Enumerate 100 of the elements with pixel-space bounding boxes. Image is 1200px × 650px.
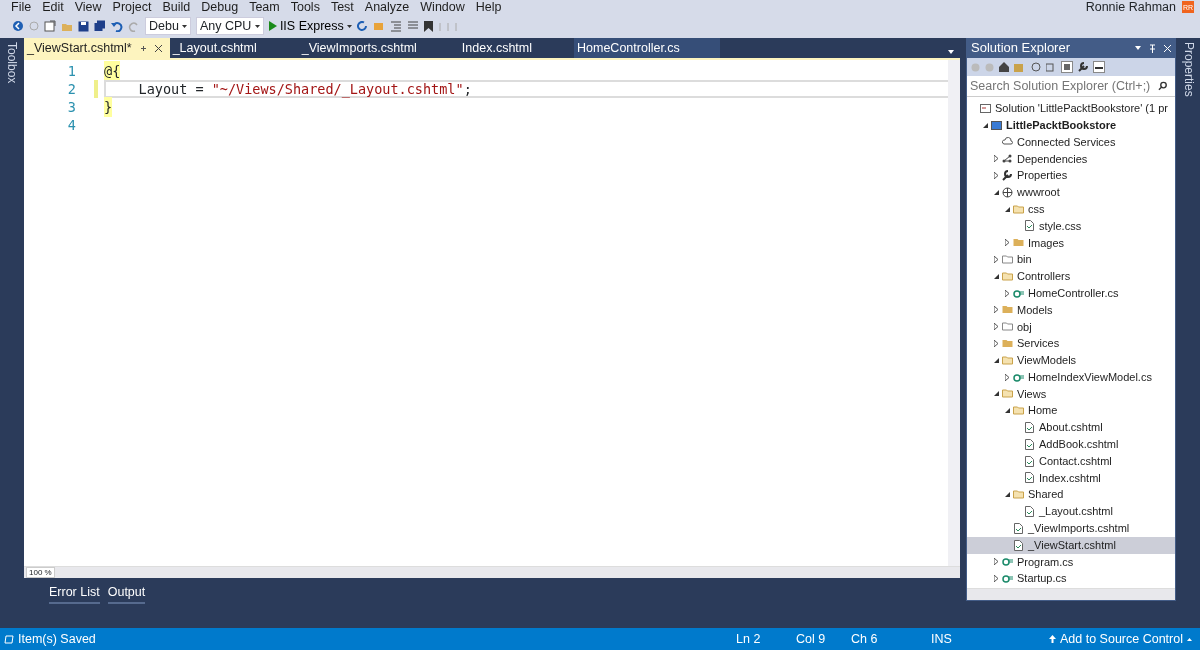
tree-item[interactable]: _Layout.cshtml [967,503,1175,520]
document-tab[interactable]: _ViewStart.cshtml* [24,38,170,58]
collapsed-arrow-icon[interactable] [994,575,998,583]
tree-item[interactable]: _ViewStart.cshtml [967,536,1175,554]
collapsed-arrow-icon[interactable] [1005,239,1009,247]
tree-item[interactable]: Services [967,335,1175,352]
tree-item[interactable]: wwwroot [967,184,1175,201]
tree-item-label: Services [1017,336,1060,352]
zoom-dropdown[interactable]: 100 % [26,567,55,578]
tree-item[interactable]: Home [967,402,1175,420]
collapsed-arrow-icon[interactable] [994,172,998,180]
wrench-icon[interactable] [1078,62,1088,72]
toolbox-tab[interactable]: Toolbox [3,38,21,628]
tree-item[interactable]: _ViewImports.cshtml [967,519,1175,537]
menu-item[interactable]: Analyze [359,0,416,14]
tree-item[interactable]: Dependencies [967,150,1175,168]
expanded-arrow-icon[interactable] [993,357,999,363]
tree-item[interactable]: ViewModels [967,351,1175,369]
tree-item[interactable]: style.css [967,217,1175,235]
menu-item[interactable]: Window [415,0,471,14]
expanded-arrow-icon[interactable] [993,189,999,195]
tree-item-label: Home [1028,403,1058,419]
source-control-button[interactable]: Add to Source Control [1049,629,1192,649]
menu-item[interactable]: Project [107,0,158,14]
menu-item[interactable]: File [6,0,38,14]
dropdown-icon[interactable] [1135,46,1141,50]
document-tab[interactable]: HomeController.cs [574,38,720,58]
panel-tab[interactable]: Output [107,583,146,604]
collapsed-arrow-icon[interactable] [994,558,998,566]
properties-tab[interactable]: Properties [1180,38,1198,628]
vertical-scrollbar[interactable] [948,60,960,566]
collapsed-arrow-icon[interactable] [1005,289,1009,297]
collapsed-arrow-icon[interactable] [1005,373,1009,381]
menu-item[interactable]: Test [325,0,360,14]
expanded-arrow-icon[interactable] [982,122,988,128]
tree-item[interactable]: Images [967,234,1175,252]
save-icon[interactable] [78,20,89,32]
search-icon[interactable] [1157,81,1167,91]
tree-item[interactable]: HomeController.cs [967,284,1175,302]
bookmark-icon[interactable] [423,20,433,32]
menu-item[interactable]: Edit [37,0,70,14]
expanded-arrow-icon[interactable] [1004,206,1010,212]
tree-item[interactable]: Models [967,301,1175,319]
menu-item[interactable]: Debug [196,0,245,14]
document-tab[interactable]: _Layout.cshtml [169,38,299,58]
menu-item[interactable]: Build [157,0,197,14]
collapsed-arrow-icon[interactable] [994,306,998,314]
code-text: "~/Views/Shared/_Layout.cshtml" [211,79,464,100]
tree-item[interactable]: obj [967,318,1175,336]
tab-dropdown-icon[interactable] [948,50,954,54]
tree-item[interactable]: Program.cs [967,553,1175,571]
collapsed-arrow-icon[interactable] [994,340,998,348]
tree-item[interactable]: Contact.cshtml [967,452,1175,470]
menu-item[interactable]: Team [244,0,286,14]
expanded-arrow-icon[interactable] [1004,492,1010,498]
tree-item[interactable]: Startup.cs [967,570,1175,588]
tree-item[interactable]: HomeIndexViewModel.cs [967,368,1175,386]
pin-icon[interactable] [139,44,147,52]
tree-item[interactable]: Properties [967,167,1175,184]
collapsed-arrow-icon[interactable] [994,155,998,163]
code-text: } [104,96,113,118]
collapsed-arrow-icon[interactable] [994,256,998,264]
wrench-icon [1002,170,1013,182]
expanded-arrow-icon[interactable] [1004,408,1010,414]
document-tab[interactable]: _ViewImports.cshtml [298,38,459,58]
menu-item[interactable]: Help [470,0,508,14]
tree-item[interactable]: css [967,200,1175,218]
tree-item[interactable]: About.cshtml [967,419,1175,436]
expanded-arrow-icon[interactable] [993,391,999,397]
tree-item[interactable]: Views [967,385,1175,403]
save-all-icon[interactable] [94,20,106,32]
home-icon[interactable] [999,62,1009,72]
platform-dropdown[interactable]: Any CPU [195,17,264,35]
tree-item[interactable]: Index.cshtml [967,469,1175,487]
undo-icon[interactable] [111,20,123,32]
close-icon[interactable] [154,44,162,52]
horizontal-scrollbar[interactable] [967,588,1175,600]
run-button[interactable]: IIS Express [268,16,352,36]
collapsed-arrow-icon[interactable] [994,323,998,331]
folder-icon [1013,203,1024,215]
tree-item[interactable]: Controllers [967,267,1175,285]
csharp-file-icon [1002,556,1013,568]
folder-icon [1002,270,1013,282]
play-icon [268,21,277,31]
tree-item[interactable]: Solution 'LittlePacktBookstore' (1 pr [967,100,1175,117]
panel-tab[interactable]: Error List [49,583,100,604]
tree-item[interactable]: LittlePacktBookstore [967,116,1175,134]
new-project-icon[interactable] [44,20,56,32]
configuration-dropdown[interactable]: Debu [145,17,191,35]
menu-item[interactable]: Tools [285,0,326,14]
tree-item[interactable]: AddBook.cshtml [967,435,1175,453]
refresh-icon[interactable] [356,20,368,32]
menu-item[interactable]: View [69,0,108,14]
tree-item-label: Shared [1028,487,1064,503]
document-tab[interactable]: Index.cshtml [458,38,574,58]
tree-item[interactable]: Shared [967,486,1175,504]
tree-item[interactable]: Connected Services [967,133,1175,151]
user-name[interactable]: Ronnie Rahman [1085,0,1176,17]
tree-item[interactable]: bin [967,251,1175,268]
expanded-arrow-icon[interactable] [993,273,999,279]
